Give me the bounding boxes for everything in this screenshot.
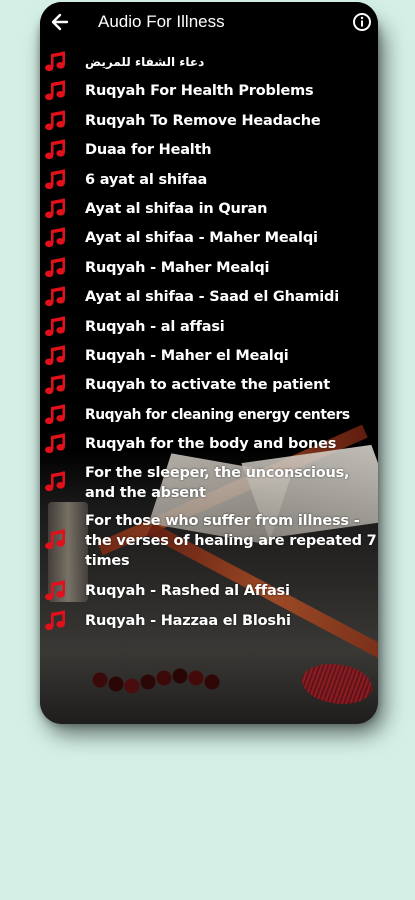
info-button[interactable]	[352, 2, 378, 42]
music-note-icon	[43, 48, 69, 73]
list-item-label: Ayat al shifaa - Saad el Ghamidi	[85, 289, 339, 306]
list-item[interactable]: Ruqyah - Maher el Mealqi	[40, 342, 378, 371]
music-note-icon	[43, 313, 69, 338]
list-item[interactable]: Ruqyah To Remove Headache	[40, 107, 378, 136]
music-note-icon	[43, 107, 69, 132]
music-note-icon	[43, 371, 69, 396]
list-item[interactable]: For those who suffer from illness - the …	[40, 507, 378, 577]
music-note-icon	[43, 607, 69, 632]
list-item-label: Duaa for Health	[85, 142, 212, 159]
list-item[interactable]: Ayat al shifaa - Maher Mealqi	[40, 224, 378, 253]
list-item[interactable]: Ruqyah to activate the patient	[40, 371, 378, 400]
music-note-icon	[43, 224, 69, 249]
list-item[interactable]: Ruqyah - Hazzaa el Bloshi	[40, 607, 378, 636]
music-note-icon	[43, 577, 69, 602]
background-tassel	[302, 664, 372, 704]
list-item[interactable]: Duaa for Health	[40, 136, 378, 165]
music-note-icon	[43, 254, 69, 279]
list-item-label: Ruqyah - Hazzaa el Bloshi	[85, 612, 291, 629]
music-note-icon	[43, 283, 69, 308]
list-item-label: Ruqyah for the body and bones	[85, 436, 337, 453]
audio-list: دعاء الشفاء للمريض Ruqyah For Health Pro…	[40, 48, 378, 636]
list-item[interactable]: 6 ayat al shifaa	[40, 166, 378, 195]
list-item-label: دعاء الشفاء للمريض	[85, 55, 205, 69]
music-note-icon	[43, 195, 69, 220]
list-item-label: Ruqyah - Maher el Mealqi	[85, 347, 289, 364]
list-item[interactable]: Ruqyah - al affasi	[40, 313, 378, 342]
list-item-label: 6 ayat al shifaa	[85, 171, 208, 188]
music-note-icon	[43, 459, 69, 493]
list-item[interactable]: Ruqyah for cleaning energy centers	[40, 401, 378, 430]
list-item-label: Ayat al shifaa in Quran	[85, 200, 268, 217]
list-item-label: Ruqyah - Maher Mealqi	[85, 259, 270, 276]
page-title: Audio For Illness	[98, 12, 225, 31]
list-item[interactable]: Ruqyah For Health Problems	[40, 77, 378, 106]
list-item[interactable]: Ayat al shifaa in Quran	[40, 195, 378, 224]
list-item-label: For the sleeper, the unconscious, and th…	[85, 465, 350, 502]
music-note-icon	[43, 77, 69, 102]
list-item[interactable]: Ayat al shifaa - Saad el Ghamidi	[40, 283, 378, 312]
back-button[interactable]	[40, 2, 80, 42]
app-header: Audio For Illness	[40, 2, 378, 42]
list-item-label: Ruqyah - al affasi	[85, 318, 225, 335]
list-item[interactable]: Ruqyah - Rashed al Affasi	[40, 577, 378, 606]
list-item-label: Ruqyah To Remove Headache	[85, 112, 321, 129]
music-note-icon	[43, 430, 69, 455]
list-item-label: Ruqyah For Health Problems	[85, 83, 314, 100]
list-item-label: Ruqyah to activate the patient	[85, 377, 331, 394]
music-note-icon	[43, 166, 69, 191]
list-item[interactable]: Ruqyah - Maher Mealqi	[40, 254, 378, 283]
background-prayer-beads	[90, 660, 260, 702]
list-item[interactable]: For the sleeper, the unconscious, and th…	[40, 459, 378, 507]
arrow-left-icon	[51, 13, 69, 31]
list-item[interactable]: Ruqyah for the body and bones	[40, 430, 378, 459]
list-item-label: Ayat al shifaa - Maher Mealqi	[85, 230, 318, 247]
list-item-label: Ruqyah for cleaning energy centers	[85, 406, 350, 423]
music-note-icon	[43, 507, 69, 551]
list-item[interactable]: دعاء الشفاء للمريض	[40, 48, 378, 77]
music-note-icon	[43, 401, 69, 426]
music-note-icon	[43, 342, 69, 367]
info-icon	[353, 13, 371, 31]
phone-screen: Audio For Illness دعاء الشفاء للمريض Ruq…	[40, 2, 378, 724]
list-item-label: For those who suffer from illness - the …	[85, 513, 377, 570]
music-note-icon	[43, 136, 69, 161]
list-item-label: Ruqyah - Rashed al Affasi	[85, 583, 290, 600]
